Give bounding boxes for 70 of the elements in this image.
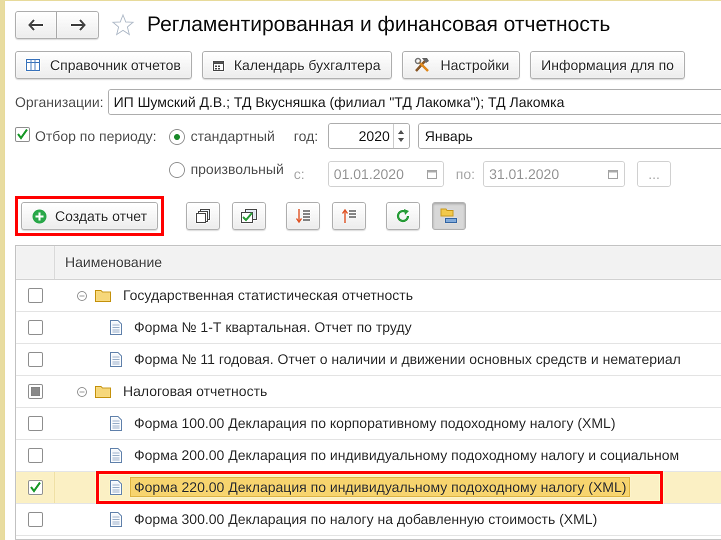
checkbox[interactable] [28,384,42,399]
field-label: год: [294,126,320,146]
radio-label: стандартный [190,127,275,146]
document-icon [110,320,122,335]
toolbar-button[interactable] [332,202,366,230]
group-label: Государственная статистическая отчетность [122,286,414,305]
sort-up-icon [341,208,358,224]
table-row[interactable]: Форма 220.00 Декларация по индивидуальному подоходному налогу (XML) [16,472,721,504]
collapse-icon[interactable] [77,290,87,300]
report-name: Форма 100.00 Декларация по корпоративному подоходному налогу (XML) [133,414,616,433]
copy-icon [195,208,212,224]
checked-boxes-icon [240,208,258,224]
toolbar-button[interactable]: Настройки [402,51,520,79]
toolbar-button[interactable] [232,202,266,230]
down-caret-icon[interactable] [398,138,404,142]
checkbox[interactable] [28,320,42,335]
checkbox[interactable] [28,288,42,303]
calendar-icon[interactable] [608,169,618,179]
report-name: Форма № 1-Т квартальная. Отчет по труду [133,318,413,337]
document-icon [110,480,122,495]
radio-button[interactable] [168,162,185,178]
radio-button[interactable] [168,128,185,144]
document-icon [110,512,122,527]
checkbox[interactable] [28,416,42,431]
sort-down-icon [295,208,312,224]
collapse-icon[interactable] [77,386,87,396]
table-icon [26,59,40,71]
toolbar-button[interactable] [186,202,220,230]
refresh-icon [395,208,412,224]
field-label: с: [294,164,306,184]
month-dropdown[interactable]: Январь [418,123,721,149]
field-label: по: [456,164,476,184]
checkbox[interactable] [28,448,42,463]
checkbox[interactable] [28,480,42,495]
toolbar-button[interactable]: Информация для по [530,51,685,79]
folder-list-icon [440,207,458,225]
group-label: Налоговая отчетность [122,382,268,401]
document-icon [110,448,122,463]
column-header[interactable]: Наименование [55,246,172,279]
up-caret-icon[interactable] [398,130,404,134]
report-name: Форма 300.00 Декларация по налогу на добавленную стоимость (XML) [133,510,598,529]
back-arrow-icon [28,18,44,30]
window-title: Регламентированная и финансовая отчетность [147,12,610,38]
organizations-field[interactable]: ИП Шумский Д.В.; ТД Вкусняшка (филиал "ТД Лакомка"); ТД Лакомка [108,89,721,115]
plus-icon [32,208,47,224]
year-spinner[interactable]: 2020 [328,123,410,149]
field-label: Организации: [15,92,104,112]
report-name: Форма 200.00 Декларация по индивидуальному подоходному налогу и социальном [133,446,680,465]
document-icon [110,416,122,431]
forward-arrow-icon [70,18,86,30]
toolbar-button[interactable]: Календарь бухгалтера [202,51,392,79]
toolbar-button[interactable]: Справочник отчетов [15,51,192,79]
folder-icon [95,385,111,398]
calendar-icon [212,60,224,70]
document-icon [110,352,122,367]
create-report-button[interactable]: Создать отчет [21,202,158,230]
toolbar-button[interactable] [286,202,320,230]
filter-label: Отбор по периоду: [35,127,157,146]
radio-label: произвольный [190,160,284,179]
report-name: Форма 220.00 Декларация по индивидуальному подоходному налогу (XML) [130,477,630,497]
checkbox[interactable] [28,352,42,367]
checkbox[interactable] [28,512,42,527]
star-icon[interactable] [111,12,135,36]
folder-icon [95,289,111,302]
checkbox[interactable] [15,127,30,142]
back-button[interactable] [15,10,57,38]
hammer-wrench-icon [412,56,431,74]
toolbar-button[interactable] [432,202,466,230]
report-name: Форма № 11 годовая. Отчет о наличии и движении основных средств и нематериал [133,350,682,369]
forward-button[interactable] [57,10,99,38]
